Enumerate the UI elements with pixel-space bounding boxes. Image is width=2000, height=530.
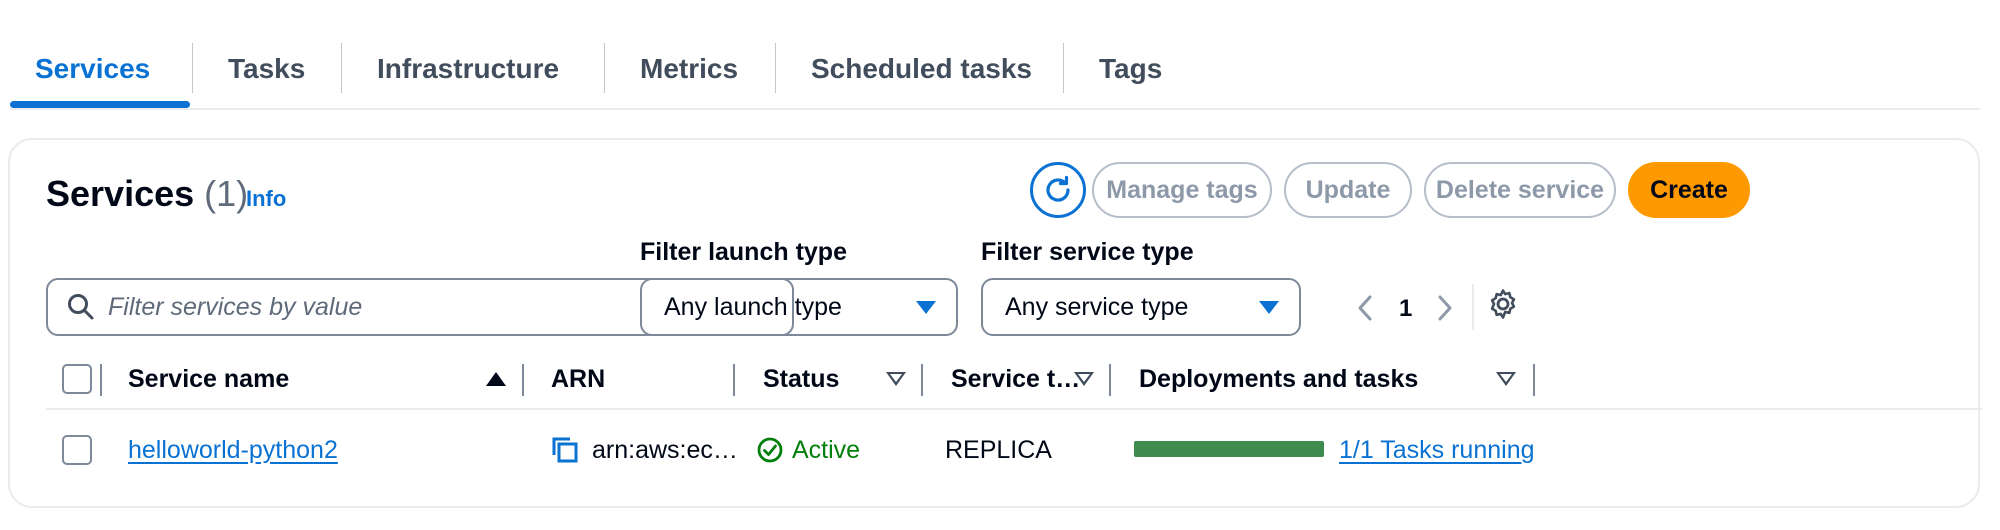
arn-value: arn:aws:ec… [592,436,738,464]
tab-divider [604,43,605,93]
create-button[interactable]: Create [1628,162,1750,218]
pager-divider [1472,284,1474,330]
tab-infrastructure[interactable]: Infrastructure [377,30,559,108]
services-panel: Services (1) Info Manage tags Update Del… [8,138,1982,508]
manage-tags-button[interactable]: Manage tags [1092,162,1272,218]
sort-ascending-icon[interactable] [486,372,506,386]
column-divider[interactable] [522,364,524,396]
arn-cell: arn:aws:ec… [550,410,738,490]
tab-divider [341,43,342,93]
panel-title-text: Services [46,173,195,214]
service-type-label: Filter service type [981,238,1194,266]
sort-icon[interactable] [1074,372,1094,386]
search-icon [68,294,94,320]
caret-down-icon [1259,300,1279,314]
tab-divider [775,43,776,93]
sort-icon[interactable] [1496,372,1516,386]
tab-metrics[interactable]: Metrics [640,30,738,108]
column-status[interactable]: Status [763,350,839,408]
tasks-cell: 1/1 Tasks running [1339,410,1535,490]
refresh-icon [1046,175,1070,202]
row-checkbox[interactable] [62,435,92,465]
service-type-value: Any service type [1005,292,1189,321]
column-service-name[interactable]: Service name [128,350,289,408]
tasks-progress-fill [1134,441,1324,457]
column-divider [100,364,102,396]
delete-service-button[interactable]: Delete service [1424,162,1616,218]
tab-tasks[interactable]: Tasks [228,30,305,108]
service-tabs: Services Tasks Infrastructure Metrics Sc… [10,30,1980,110]
preferences-button[interactable] [1483,284,1523,324]
info-link[interactable]: Info [246,186,286,212]
column-divider[interactable] [921,364,923,396]
update-button[interactable]: Update [1284,162,1412,218]
status-value: Active [792,436,861,464]
refresh-button[interactable] [1030,162,1086,218]
tab-divider [1063,43,1064,93]
tasks-progress-bar [1134,441,1324,457]
select-all-checkbox[interactable] [62,364,92,394]
launch-type-select[interactable]: Any launch type [640,278,958,336]
panel-title: Services (1) [46,173,248,215]
column-service-type[interactable]: Service t… [951,350,1080,408]
column-arn[interactable]: ARN [551,350,605,408]
check-circle-icon [757,437,783,463]
tab-services[interactable]: Services [35,30,150,108]
service-name-cell: helloworld-python2 [128,410,338,490]
launch-type-value: Any launch type [664,292,842,321]
column-deployments-tasks[interactable]: Deployments and tasks [1139,350,1418,408]
tab-divider [192,43,193,93]
chevron-right-icon[interactable] [1435,293,1455,323]
tab-tags[interactable]: Tags [1099,30,1162,108]
status-cell: Active [756,410,860,490]
tab-scheduled-tasks[interactable]: Scheduled tasks [811,30,1032,108]
service-type-cell: REPLICA [945,436,1052,464]
chevron-left-icon[interactable] [1355,293,1375,323]
service-type-select[interactable]: Any service type [981,278,1301,336]
page-number[interactable]: 1 [1399,295,1412,323]
column-divider[interactable] [1533,364,1535,396]
launch-type-label: Filter launch type [640,238,847,266]
service-name-link[interactable]: helloworld-python2 [128,436,338,464]
table-header: Service name ARN Status Service t… Deplo… [46,350,1982,410]
tasks-running-link[interactable]: 1/1 Tasks running [1339,436,1535,464]
caret-down-icon [916,300,936,314]
column-divider[interactable] [1109,364,1111,396]
gear-icon [1490,289,1516,319]
copy-icon[interactable] [550,435,580,465]
column-divider[interactable] [733,364,735,396]
sort-icon[interactable] [886,372,906,386]
active-tab-indicator [10,101,190,108]
services-count: (1) [204,173,249,214]
